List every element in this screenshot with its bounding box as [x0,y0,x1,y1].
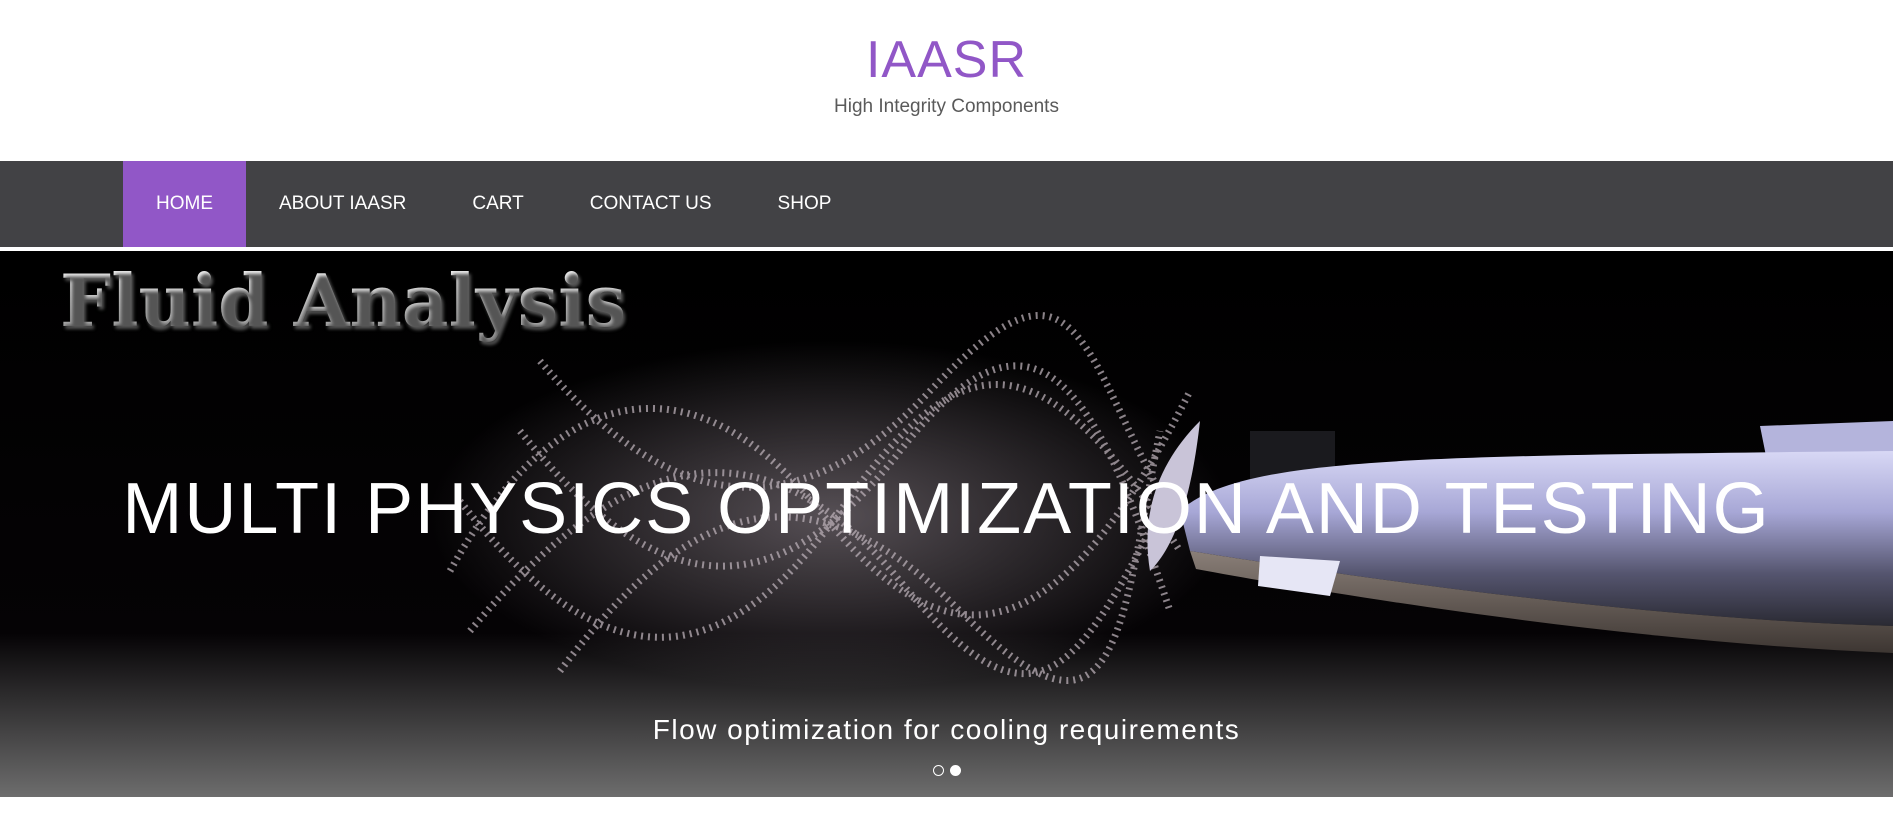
slide-image-text: Fluid Analysis [60,258,627,343]
slider-pagination [0,765,1893,776]
slider-dot-1[interactable] [932,765,944,776]
nav-item-about[interactable]: ABOUT IAASR [246,161,439,247]
site-tagline: High Integrity Components [834,96,1059,117]
nav-item-shop[interactable]: SHOP [745,161,865,247]
main-navigation: HOME ABOUT IAASR CART CONTACT US SHOP [0,161,1893,249]
nav-item-cart[interactable]: CART [439,161,556,247]
slide-heading: MULTI PHYSICS OPTIMIZATION AND TESTING [122,469,1771,549]
nav-item-contact[interactable]: CONTACT US [557,161,745,247]
nav-list: HOME ABOUT IAASR CART CONTACT US SHOP [123,161,864,247]
nav-item-home[interactable]: HOME [123,161,246,247]
site-header: IAASR High Integrity Components [0,0,1893,161]
slide-caption: Flow optimization for cooling requiremen… [652,714,1241,745]
site-title[interactable]: IAASR [0,28,1893,92]
slider-dot-2[interactable] [949,765,961,776]
hero-slider[interactable]: Fluid Analysis MULTI PHYSICS OPTIMIZATIO… [0,251,1893,797]
